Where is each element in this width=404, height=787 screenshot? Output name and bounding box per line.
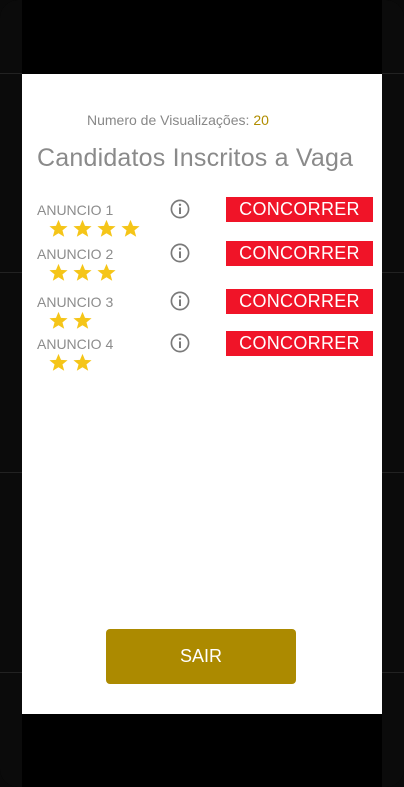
bezel-line [382, 73, 404, 74]
ad-label: ANUNCIO 4 [37, 336, 114, 352]
app-screen: Numero de Visualizações: 20 Candidatos In… [22, 74, 382, 714]
star-icon [48, 311, 69, 330]
ad-row: ANUNCIO 3 CONCORRER [22, 289, 382, 334]
info-icon[interactable] [170, 291, 190, 311]
apply-button[interactable]: CONCORRER [226, 241, 373, 266]
apply-button[interactable]: CONCORRER [226, 331, 373, 356]
ad-row: ANUNCIO 4 CONCORRER [22, 331, 382, 376]
ad-label: ANUNCIO 2 [37, 246, 114, 262]
bezel-line [382, 672, 404, 673]
star-icon [72, 219, 93, 238]
bezel-line [382, 272, 404, 273]
bezel-line [382, 472, 404, 473]
bezel-line [0, 272, 22, 273]
ad-rating [48, 219, 144, 239]
bezel-line [0, 73, 22, 74]
star-icon [72, 353, 93, 372]
star-icon [120, 219, 141, 238]
star-icon [72, 311, 93, 330]
page-title: Candidatos Inscritos a Vaga [37, 144, 354, 172]
ad-rating [48, 263, 120, 283]
info-icon[interactable] [170, 333, 190, 353]
info-icon[interactable] [170, 243, 190, 263]
ad-rating [48, 311, 96, 331]
device-bezel-left [0, 0, 22, 787]
ad-row: ANUNCIO 1 CONCORRER [22, 197, 382, 242]
device-frame: Numero de Visualizações: 20 Candidatos In… [0, 0, 404, 787]
ad-label: ANUNCIO 3 [37, 294, 114, 310]
star-icon [96, 263, 117, 282]
views-count: 20 [253, 112, 269, 128]
bezel-line [0, 672, 22, 673]
info-icon[interactable] [170, 199, 190, 219]
apply-button[interactable]: CONCORRER [226, 197, 373, 222]
views-counter: Numero de Visualizações: 20 [87, 112, 269, 128]
apply-button[interactable]: CONCORRER [226, 289, 373, 314]
exit-button[interactable]: SAIR [106, 629, 296, 684]
bezel-line [0, 472, 22, 473]
star-icon [48, 219, 69, 238]
ad-rating [48, 353, 96, 373]
star-icon [72, 263, 93, 282]
device-bezel-right [382, 0, 404, 787]
views-label: Numero de Visualizações: [87, 112, 250, 128]
ad-row: ANUNCIO 2 CONCORRER [22, 241, 382, 286]
ad-label: ANUNCIO 1 [37, 202, 114, 218]
star-icon [48, 353, 69, 372]
star-icon [96, 219, 117, 238]
star-icon [48, 263, 69, 282]
